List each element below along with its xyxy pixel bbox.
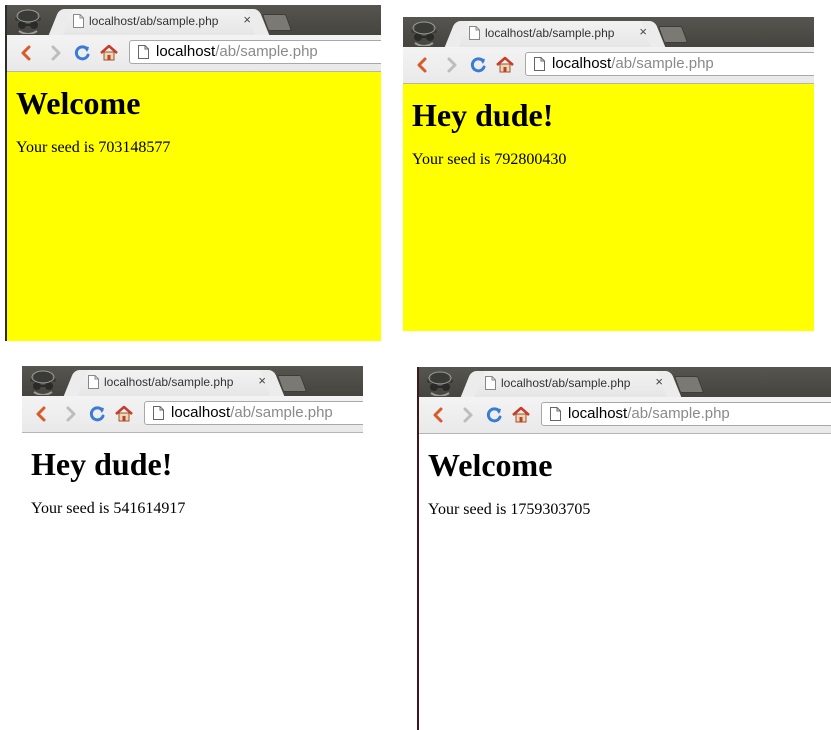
- tab-title: localhost/ab/sample.php: [485, 26, 615, 40]
- toolbar: localhost/ab/sample.php: [7, 35, 381, 72]
- tab-close-icon[interactable]: ×: [243, 12, 251, 27]
- tab-close-icon[interactable]: ×: [655, 374, 663, 389]
- home-icon[interactable]: [511, 405, 531, 425]
- toolbar: localhost/ab/sample.php: [419, 397, 831, 434]
- browser-tab[interactable]: localhost/ab/sample.php ×: [76, 370, 272, 396]
- address-bar[interactable]: localhost/ab/sample.php: [525, 52, 814, 76]
- forward-arrow-icon[interactable]: [60, 404, 80, 424]
- browser-tab[interactable]: localhost/ab/sample.php ×: [61, 9, 257, 35]
- url-text: localhost/ab/sample.php: [568, 405, 730, 422]
- address-bar[interactable]: localhost/ab/sample.php: [541, 402, 831, 426]
- page-heading: Welcome: [428, 447, 553, 483]
- page-content: Hey dude! Your seed is 792800430: [403, 84, 814, 331]
- tab-title: localhost/ab/sample.php: [104, 375, 234, 389]
- url-path: /ab/sample.php: [230, 404, 333, 421]
- browser-window-3: localhost/ab/sample.php × localhost/ab/s…: [22, 366, 363, 730]
- tab-strip: localhost/ab/sample.php ×: [419, 367, 831, 397]
- reload-icon[interactable]: [72, 43, 92, 63]
- forward-arrow-icon[interactable]: [45, 43, 65, 63]
- browser-window-2: localhost/ab/sample.php × localhost/ab/s…: [403, 17, 814, 331]
- toolbar: localhost/ab/sample.php: [22, 396, 363, 433]
- page-icon: [88, 375, 99, 389]
- toolbar: localhost/ab/sample.php: [403, 47, 814, 84]
- page-icon: [138, 45, 149, 59]
- home-icon[interactable]: [99, 43, 119, 63]
- url-path: /ab/sample.php: [611, 55, 714, 72]
- back-arrow-icon[interactable]: [32, 404, 52, 424]
- reload-icon[interactable]: [484, 405, 504, 425]
- browser-window-4: localhost/ab/sample.php × localhost/ab/s…: [417, 367, 831, 730]
- url-text: localhost/ab/sample.php: [171, 404, 333, 421]
- page-content: Hey dude! Your seed is 541614917: [22, 433, 363, 730]
- incognito-icon: [11, 6, 45, 35]
- url-host: localhost: [568, 405, 628, 422]
- url-host: localhost: [552, 55, 612, 72]
- seed-text: Your seed is 703148577: [16, 139, 171, 156]
- back-arrow-icon[interactable]: [429, 405, 449, 425]
- back-arrow-icon[interactable]: [413, 55, 433, 75]
- tab-close-icon[interactable]: ×: [639, 24, 647, 39]
- page-icon: [469, 26, 480, 40]
- page-icon: [534, 57, 545, 71]
- page-content: Welcome Your seed is 1759303705: [419, 434, 831, 730]
- url-host: localhost: [156, 43, 216, 60]
- page-icon: [153, 406, 164, 420]
- url-text: localhost/ab/sample.php: [156, 43, 318, 60]
- url-text: localhost/ab/sample.php: [552, 55, 714, 72]
- forward-arrow-icon[interactable]: [441, 55, 461, 75]
- home-icon[interactable]: [495, 55, 515, 75]
- incognito-icon: [407, 18, 441, 47]
- tab-strip: localhost/ab/sample.php ×: [403, 17, 814, 47]
- seed-text: Your seed is 541614917: [31, 500, 186, 517]
- tab-title: localhost/ab/sample.php: [89, 14, 219, 28]
- page-content: Welcome Your seed is 703148577: [7, 72, 381, 341]
- seed-text: Your seed is 1759303705: [428, 501, 591, 518]
- reload-icon[interactable]: [87, 404, 107, 424]
- page-heading: Hey dude!: [412, 97, 554, 133]
- forward-arrow-icon[interactable]: [457, 405, 477, 425]
- address-bar[interactable]: localhost/ab/sample.php: [144, 401, 363, 425]
- url-host: localhost: [171, 404, 231, 421]
- tab-strip: localhost/ab/sample.php ×: [7, 5, 381, 35]
- browser-tab[interactable]: localhost/ab/sample.php ×: [457, 21, 653, 47]
- page-heading: Welcome: [16, 85, 141, 121]
- incognito-icon: [423, 368, 457, 397]
- address-bar[interactable]: localhost/ab/sample.php: [129, 40, 381, 64]
- tab-close-icon[interactable]: ×: [258, 373, 266, 388]
- page-heading: Hey dude!: [31, 446, 173, 482]
- browser-window-1: localhost/ab/sample.php × localhost/ab/s…: [5, 5, 381, 341]
- home-icon[interactable]: [114, 404, 134, 424]
- page-icon: [485, 376, 496, 390]
- page-icon: [550, 407, 561, 421]
- url-path: /ab/sample.php: [215, 43, 318, 60]
- incognito-icon: [26, 367, 60, 396]
- new-tab-button[interactable]: [657, 26, 689, 43]
- reload-icon[interactable]: [468, 55, 488, 75]
- seed-text: Your seed is 792800430: [412, 151, 567, 168]
- page-icon: [73, 14, 84, 28]
- new-tab-button[interactable]: [276, 375, 308, 392]
- back-arrow-icon[interactable]: [17, 43, 37, 63]
- url-path: /ab/sample.php: [627, 405, 730, 422]
- tab-title: localhost/ab/sample.php: [501, 376, 631, 390]
- browser-tab[interactable]: localhost/ab/sample.php ×: [473, 371, 669, 397]
- new-tab-button[interactable]: [673, 376, 705, 393]
- new-tab-button[interactable]: [261, 14, 293, 31]
- tab-strip: localhost/ab/sample.php ×: [22, 366, 363, 396]
